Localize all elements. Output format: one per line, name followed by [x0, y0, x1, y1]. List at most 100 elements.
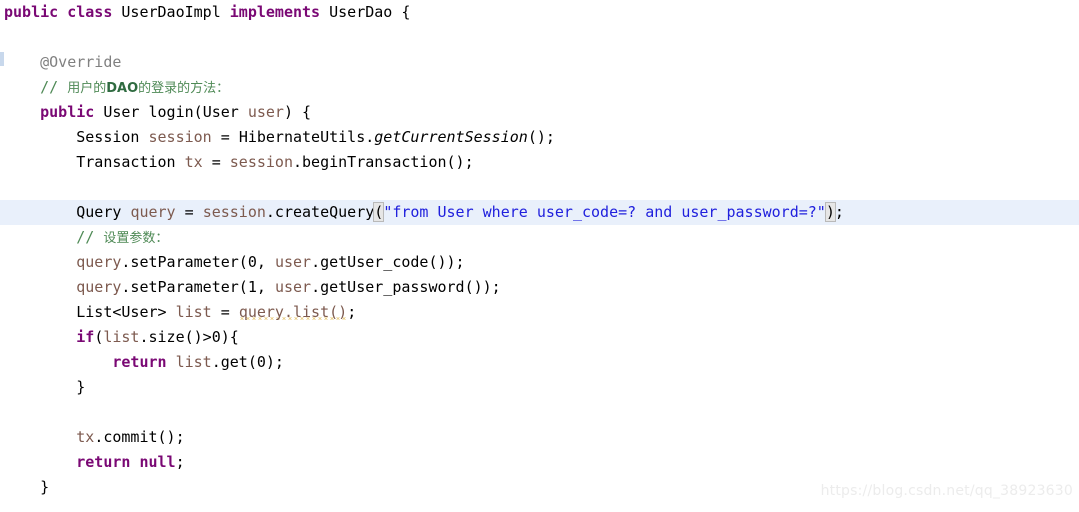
code-token-plain: } — [4, 478, 50, 496]
code-token-plain: { — [392, 3, 411, 21]
code-line[interactable]: Transaction tx = session.beginTransactio… — [0, 150, 1079, 175]
code-line[interactable]: Query query = session.createQuery("from … — [0, 200, 1079, 225]
code-token-local: query — [76, 278, 122, 296]
code-line-content: @Override — [0, 50, 121, 75]
code-token-type: HibernateUtils — [238, 128, 366, 146]
code-line[interactable]: query.setParameter(1, user.getUser_passw… — [0, 275, 1079, 300]
code-line-content: // 用户的DAO的登录的方法： — [0, 75, 229, 101]
code-line[interactable]: // 用户的DAO的登录的方法： — [0, 75, 1079, 100]
code-token-plain: .setParameter( — [121, 253, 248, 271]
code-token-plain: .size()> — [139, 328, 212, 346]
code-token-comment-bold: DAO — [106, 81, 139, 96]
code-content[interactable]: public class UserDaoImpl implements User… — [0, 0, 1079, 512]
code-line-content: // 设置参数： — [0, 225, 168, 251]
code-token-type: List<User> — [76, 303, 167, 321]
code-line[interactable] — [0, 25, 1079, 50]
code-token-local-warn: query.list() — [238, 303, 348, 321]
code-line[interactable]: // 设置参数： — [0, 225, 1079, 250]
code-token-plain: ( — [94, 328, 104, 346]
code-token-plain: ; — [175, 453, 185, 471]
code-token-kw: null — [139, 453, 176, 471]
code-token-plain: } — [4, 378, 86, 396]
code-token-local: user — [274, 278, 312, 296]
code-line[interactable] — [0, 500, 1079, 512]
code-line-content — [0, 25, 13, 50]
code-token-comment: // — [40, 78, 68, 96]
code-line[interactable]: @Override — [0, 50, 1079, 75]
code-line[interactable]: query.setParameter(0, user.getUser_code(… — [0, 250, 1079, 275]
code-token-local: list — [103, 328, 140, 346]
code-token-plain: .get( — [211, 353, 257, 371]
code-token-local: session — [202, 203, 266, 221]
code-token-local: user — [247, 103, 284, 121]
code-token-local: query — [76, 253, 122, 271]
code-line[interactable]: public class UserDaoImpl implements User… — [0, 0, 1079, 25]
code-token-annot: @Override — [40, 53, 122, 71]
code-token-plain: ; — [347, 303, 357, 321]
code-line-content: } — [0, 475, 49, 500]
code-token-plain: ; — [834, 203, 844, 221]
code-line-content: Transaction tx = session.beginTransactio… — [0, 150, 473, 175]
code-line[interactable]: tx.commit(); — [0, 425, 1079, 450]
code-line[interactable]: Session session = HibernateUtils.getCurr… — [0, 125, 1079, 150]
code-token-static: getCurrentSession — [374, 128, 528, 146]
code-line[interactable]: } — [0, 475, 1079, 500]
code-token-plain: ){ — [220, 328, 239, 346]
code-token-local: user — [274, 253, 312, 271]
code-token-kw: return — [112, 353, 167, 371]
code-line-content: Session session = HibernateUtils.getCurr… — [0, 125, 555, 150]
code-line[interactable]: return list.get(0); — [0, 350, 1079, 375]
code-token-string: "from User where user_code=? and user_pa… — [383, 203, 826, 221]
code-line-content: query.setParameter(1, user.getUser_passw… — [0, 275, 500, 300]
code-editor[interactable]: public class UserDaoImpl implements User… — [0, 0, 1079, 512]
code-token-local: list — [175, 353, 212, 371]
code-token-kw: if — [76, 328, 95, 346]
code-token-local: session — [229, 153, 293, 171]
code-token-kw: class — [67, 3, 113, 21]
code-token-plain: ( — [193, 103, 203, 121]
code-line-content: List<User> list = query.list(); — [0, 300, 356, 325]
code-token-num: 0 — [247, 253, 257, 271]
code-token-type: User — [103, 103, 140, 121]
code-line[interactable]: if(list.size()>0){ — [0, 325, 1079, 350]
code-token-plain: login — [148, 103, 194, 121]
code-line-content — [0, 400, 13, 425]
code-token-plain: ) { — [283, 103, 312, 121]
code-token-plain: = — [211, 128, 239, 146]
code-line-content: public User login(User user) { — [0, 100, 311, 125]
code-token-plain: = — [175, 203, 203, 221]
code-token-plain: , — [256, 278, 275, 296]
code-line[interactable]: } — [0, 375, 1079, 400]
code-token-plain: . — [365, 128, 375, 146]
code-line[interactable] — [0, 400, 1079, 425]
code-line-content: public class UserDaoImpl implements User… — [0, 0, 410, 25]
code-token-bracket: ( — [373, 202, 385, 222]
code-line-content: if(list.size()>0){ — [0, 325, 239, 350]
code-token-local: session — [148, 128, 212, 146]
code-line-content: return list.get(0); — [0, 350, 284, 375]
code-line[interactable] — [0, 175, 1079, 200]
code-token-num: 0 — [211, 328, 221, 346]
code-token-plain: = — [202, 153, 230, 171]
code-line[interactable]: List<User> list = query.list(); — [0, 300, 1079, 325]
code-line[interactable]: public User login(User user) { — [0, 100, 1079, 125]
code-line[interactable]: return null; — [0, 450, 1079, 475]
code-token-plain: .setParameter( — [121, 278, 248, 296]
code-line-content: return null; — [0, 450, 185, 475]
